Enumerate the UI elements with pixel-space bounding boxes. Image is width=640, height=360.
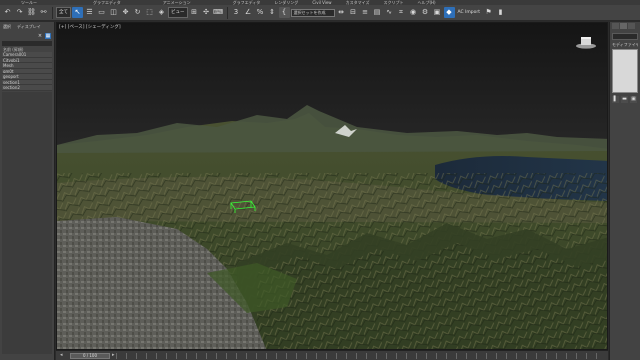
align-icon[interactable]: ⊟ — [348, 7, 359, 18]
window-crossing-icon[interactable]: ◫ — [108, 7, 119, 18]
move-icon[interactable]: ✥ — [120, 7, 131, 18]
render-setup-icon[interactable]: ⚙ — [420, 7, 431, 18]
rendered-frame-icon[interactable]: ▣ — [432, 7, 443, 18]
timeline-ticks[interactable] — [116, 353, 604, 359]
modifier-list-label[interactable]: モディファイヤ リスト — [612, 42, 638, 48]
reference-coordinate-dropdown[interactable]: ビュー — [168, 7, 188, 18]
percent-snap-icon[interactable]: % — [255, 7, 266, 18]
mirror-icon[interactable]: ⇹ — [336, 7, 347, 18]
pin-stack-icon[interactable]: ▌ — [612, 96, 619, 103]
pivot-center-icon[interactable]: ⊞ — [189, 7, 200, 18]
configure-modifier-icon[interactable]: ▣ — [630, 96, 637, 103]
scene-explorer-tools: × ▦ — [0, 32, 54, 40]
curve-editor-icon[interactable]: ∿ — [384, 7, 395, 18]
keyboard-shortcut-icon[interactable]: ⌨ — [213, 7, 224, 18]
undo-icon[interactable]: ↶ — [2, 7, 13, 18]
selection-filter-dropdown[interactable]: 全て — [56, 7, 71, 18]
modifier-stack-buttons: ▌ ▬ ▣ — [612, 96, 638, 103]
viewcube-icon[interactable] — [575, 35, 597, 51]
rotate-icon[interactable]: ↻ — [132, 7, 143, 18]
schematic-view-icon[interactable]: ⌗ — [396, 7, 407, 18]
close-icon[interactable]: × — [37, 33, 43, 39]
main-toolbar: ↶ ↷ ⛓ ⚯ 全て ↖ ☰ ▭ ◫ ✥ ↻ ⬚ ◈ ビュー ⊞ ✣ ⌨ 3 ∠… — [0, 5, 640, 21]
place-icon[interactable]: ◈ — [156, 7, 167, 18]
viewport-label[interactable]: [+] [ペース] [シェーディング] — [59, 24, 121, 30]
named-selection-input[interactable]: 選択セットを作成 — [290, 8, 335, 17]
time-slider[interactable]: 0 / 100 — [70, 353, 110, 359]
scale-icon[interactable]: ⬚ — [144, 7, 155, 18]
render-production-icon[interactable]: ◆ — [443, 7, 455, 18]
tab-modify[interactable] — [620, 23, 627, 29]
command-panel: モディファイヤ リスト ▌ ▬ ▣ — [609, 22, 640, 360]
spinner-snap-icon[interactable]: ⇕ — [267, 7, 278, 18]
toolbar-separator — [226, 6, 228, 19]
filter-icon[interactable]: ▦ — [45, 33, 51, 39]
tab-create[interactable] — [612, 23, 619, 29]
scene-object-list: Camera001 Cityobj1 Mesh gm0t geoport sec… — [2, 52, 52, 91]
tab-hierarchy[interactable] — [628, 23, 635, 29]
ribbon-icon[interactable]: ▤ — [372, 7, 383, 18]
scene-explorer: 選択 ディスプレイ × ▦ 名前 (昇順) Camera001 Cityobj1… — [0, 22, 55, 360]
scene-search-input[interactable] — [2, 41, 52, 46]
perspective-viewport[interactable]: [+] [ペース] [シェーディング] — [56, 22, 608, 350]
command-panel-tabs — [610, 22, 640, 30]
scene-explorer-tabs: 選択 ディスプレイ — [0, 22, 54, 32]
select-object-icon[interactable]: ↖ — [72, 7, 83, 18]
ac-import-label[interactable]: AC Import — [456, 10, 483, 15]
named-selection-icon[interactable]: { — [278, 7, 290, 18]
display-icon[interactable]: ▮ — [495, 7, 506, 18]
object-name-field[interactable] — [612, 33, 638, 40]
rectangular-selection-icon[interactable]: ▭ — [96, 7, 107, 18]
viewport-settings-icon[interactable]: ⚑ — [483, 7, 494, 18]
select-manipulate-icon[interactable]: ✣ — [201, 7, 212, 18]
modifier-stack[interactable] — [612, 49, 638, 93]
tab-display[interactable]: ディスプレイ — [17, 24, 41, 30]
layer-explorer-icon[interactable]: ≡ — [360, 7, 371, 18]
scene-explorer-empty-area — [2, 92, 52, 354]
redo-icon[interactable]: ↷ — [14, 7, 25, 18]
tab-select[interactable]: 選択 — [3, 24, 11, 30]
snap-toggle-icon[interactable]: 3 — [231, 7, 242, 18]
select-by-name-icon[interactable]: ☰ — [84, 7, 95, 18]
terrain-render — [57, 105, 607, 349]
material-editor-icon[interactable]: ◉ — [408, 7, 419, 18]
time-slider-bar: ◂ 0 / 100 ▸ — [56, 350, 608, 360]
remove-modifier-icon[interactable]: ▬ — [621, 96, 628, 103]
unlink-icon[interactable]: ⚯ — [38, 7, 49, 18]
next-frame-icon[interactable]: ▸ — [112, 352, 115, 358]
list-item[interactable]: section2 — [2, 85, 52, 91]
toolbar-separator — [52, 6, 53, 19]
link-icon[interactable]: ⛓ — [26, 7, 37, 18]
angle-snap-icon[interactable]: ∠ — [243, 7, 254, 18]
prev-frame-icon[interactable]: ◂ — [60, 352, 63, 358]
